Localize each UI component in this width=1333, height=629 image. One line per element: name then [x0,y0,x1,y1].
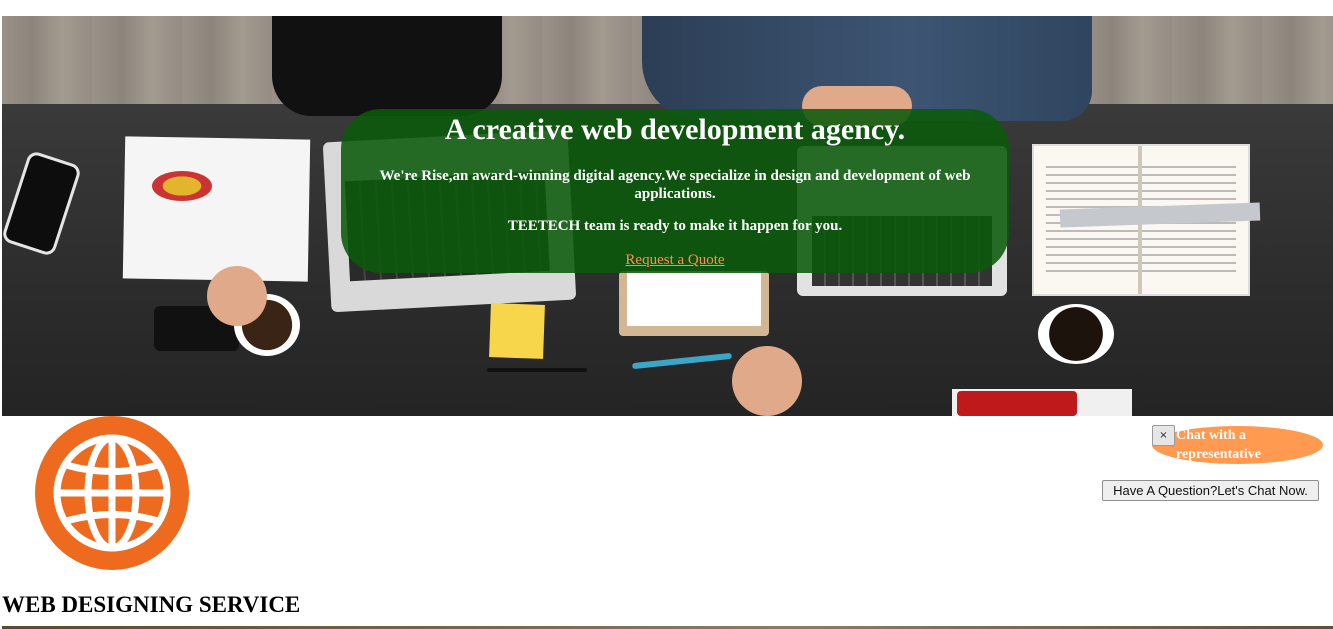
hero-hand-left [207,266,267,326]
hero-stapler [957,391,1077,416]
chat-bubble-text: Chat with a representative [1176,428,1262,462]
chat-now-button[interactable]: Have A Question?Let's Chat Now. [1102,480,1319,501]
hero-person-left [272,16,502,116]
hero-overlay: A creative web development agency. We're… [341,109,1009,273]
hero-clipboard [619,271,769,336]
hero-hand-right [732,346,802,416]
chat-close-button[interactable]: × [1152,425,1175,446]
service-title: WEB DESIGNING SERVICE [2,592,301,617]
hero-description: We're Rise,an award-winning digital agen… [379,168,971,202]
hero-pie-chart [152,171,212,201]
hero-pen-2 [487,368,587,372]
request-quote-link[interactable]: Request a Quote [625,251,724,269]
globe-icon [35,416,189,570]
hero-team-line: TEETECH team is ready to make it happen … [507,218,843,234]
hero-sticky-note [489,303,545,359]
hero-headline: A creative web development agency. [444,113,906,146]
hero-paper [122,136,311,282]
hero-coffee-cup-right [1038,304,1114,364]
chat-bubble[interactable]: Chat with a representative [1152,426,1323,464]
